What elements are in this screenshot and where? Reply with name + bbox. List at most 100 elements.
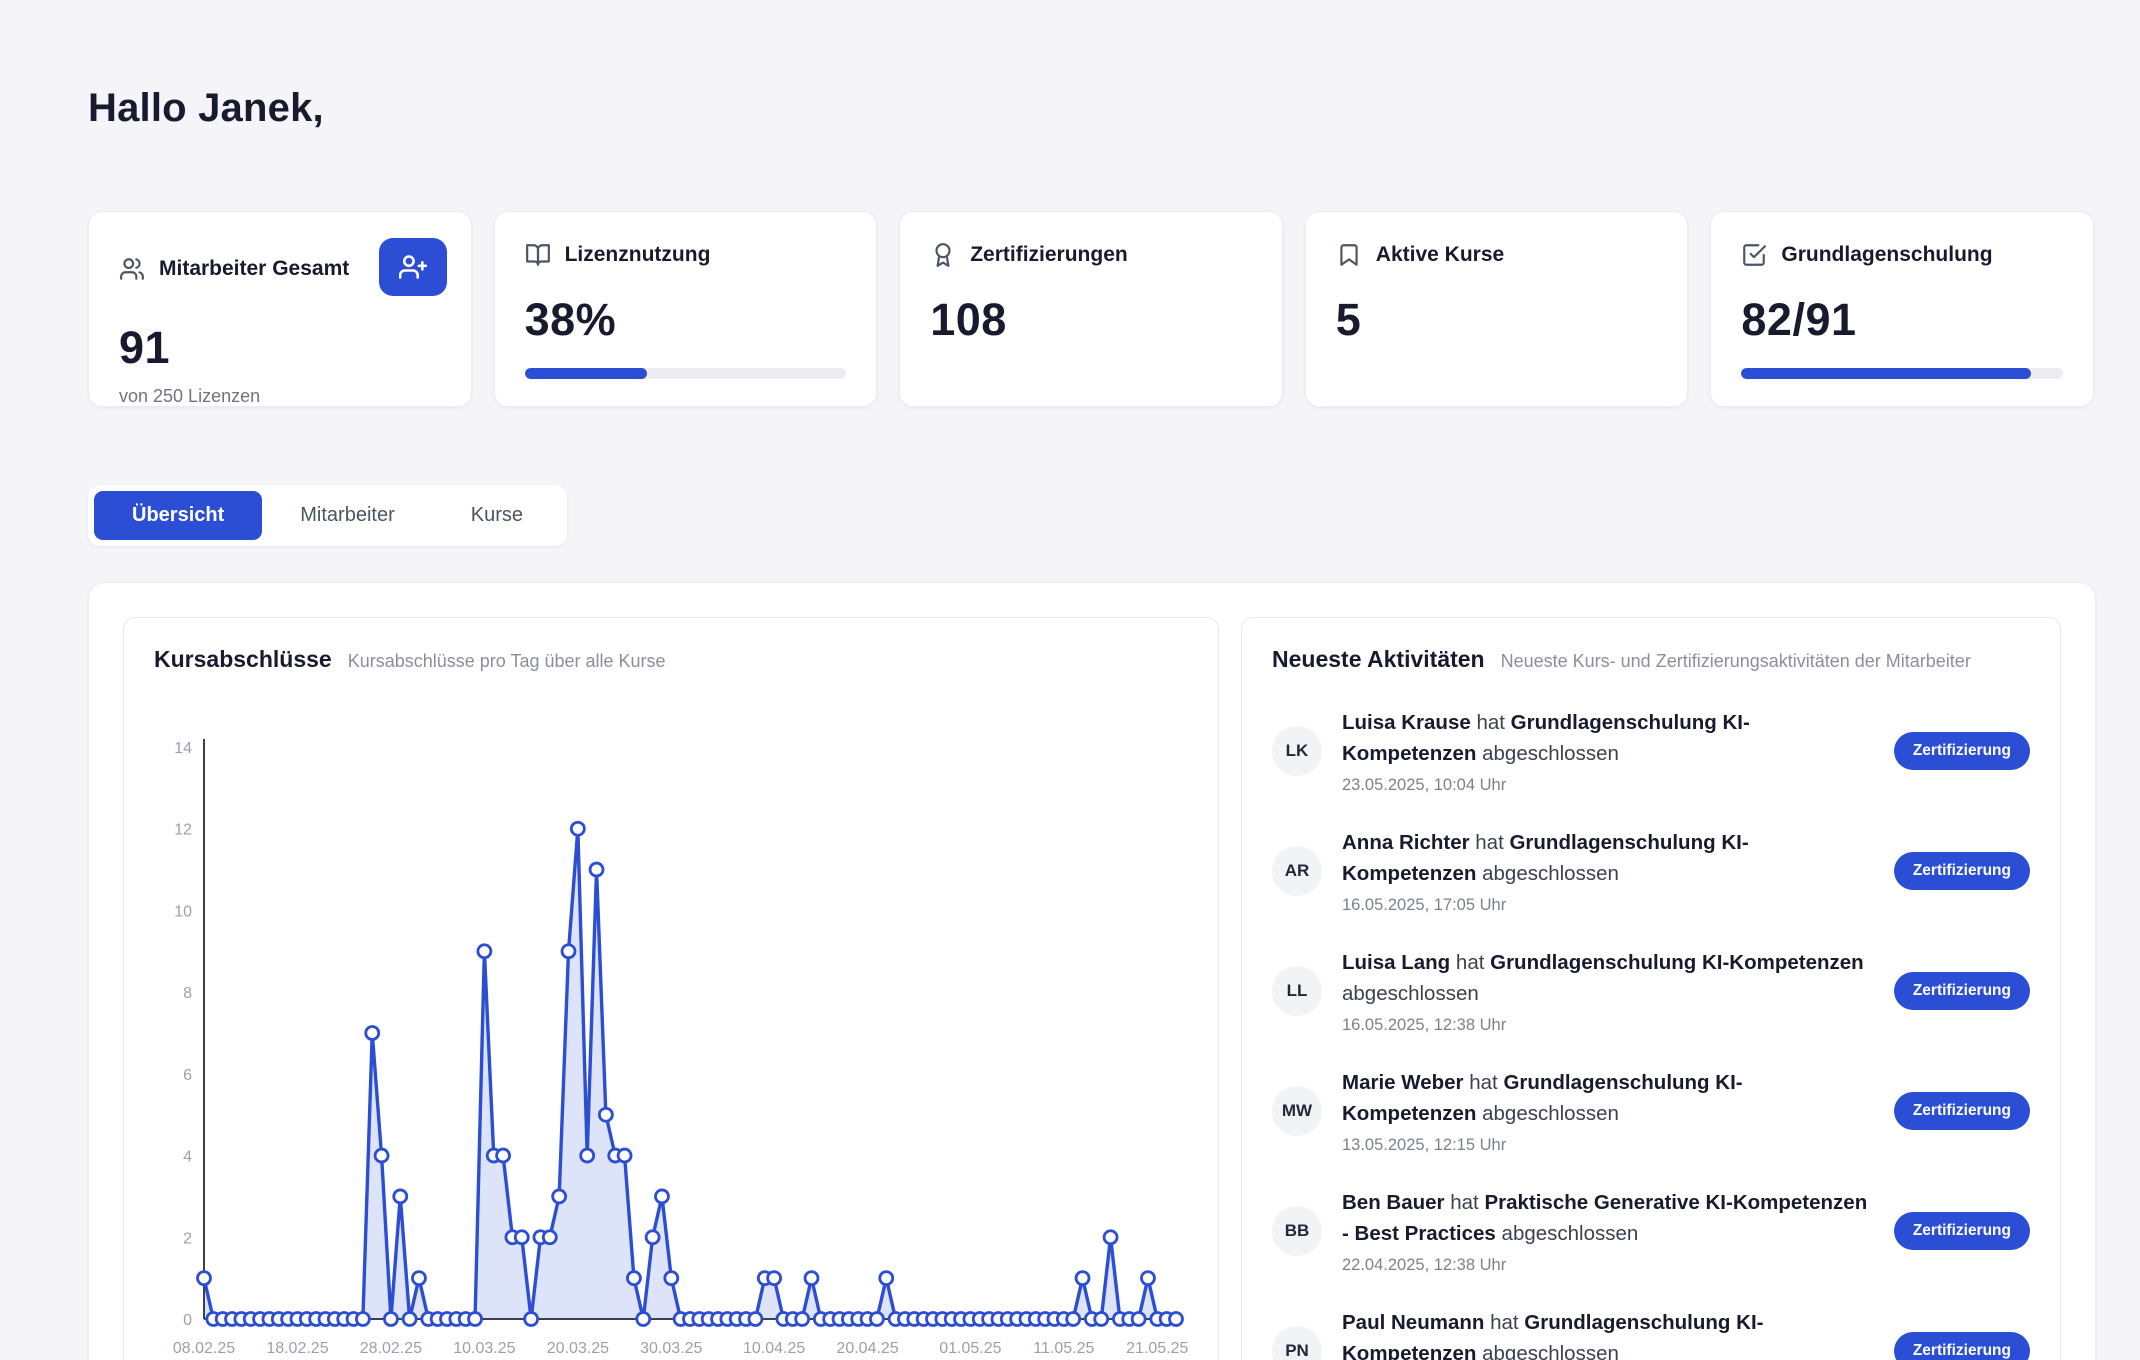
stat-card-zertifizierungen: Zertifizierungen 108 [899,211,1283,407]
svg-text:20.04.25: 20.04.25 [836,1340,898,1357]
activities-subtitle: Neueste Kurs- und Zertifizierungsaktivit… [1501,651,1971,672]
check-square-icon [1741,242,1767,268]
avatar: LL [1272,966,1322,1016]
activity-row: LK Luisa Krause hat Grundlagenschulung K… [1272,707,2030,795]
chart-area: 0 2 4 6 8 10 12 14 08.02.25 18.02.25 28.02.25 10.03… [154,729,1188,1360]
stat-card-aktive-kurse: Aktive Kurse 5 [1305,211,1689,407]
svg-text:30.03.25: 30.03.25 [640,1340,702,1357]
stat-card-grundlagenschulung: Grundlagenschulung 82/91 [1710,211,2094,407]
page-greeting: Hallo Janek, [88,86,2094,131]
activity-text: Luisa Lang hat Grundlagenschulung KI-Kom… [1342,947,1874,1035]
course-completions-panel: Kursabschlüsse Kursabschlüsse pro Tag üb… [123,617,1219,1360]
certification-badge: Zertifizierung [1894,852,2030,890]
avatar: LK [1272,726,1322,776]
training-progress-track [1741,368,2063,379]
svg-text:2: 2 [183,1230,192,1247]
svg-text:20.03.25: 20.03.25 [547,1340,609,1357]
stat-card-mitarbeiter: Mitarbeiter Gesamt 91 von 250 Lizenzen [88,211,472,407]
avatar: PN [1272,1326,1322,1360]
activity-row: BB Ben Bauer hat Praktische Generative K… [1272,1187,2030,1275]
tab-übersicht[interactable]: Übersicht [94,491,262,540]
activity-description: Anna Richter hat Grundlagenschulung KI-K… [1342,827,1874,889]
svg-text:12: 12 [174,822,192,839]
certification-badge: Zertifizierung [1894,972,2030,1010]
view-tabs: Übersicht Mitarbeiter Kurse [88,485,567,546]
chart-header: Kursabschlüsse Kursabschlüsse pro Tag üb… [154,646,1188,673]
certification-badge: Zertifizierung [1894,732,2030,770]
activity-text: Luisa Krause hat Grundlagenschulung KI-K… [1342,707,1874,795]
activity-text: Marie Weber hat Grundlagenschulung KI-Ko… [1342,1067,1874,1155]
suffix-word: abgeschlossen [1502,1222,1639,1245]
activity-row: AR Anna Richter hat Grundlagenschulung K… [1272,827,2030,915]
tab-mitarbeiter[interactable]: Mitarbeiter [262,491,432,540]
stat-card-header: Zertifizierungen [930,242,1252,268]
activity-timestamp: 16.05.2025, 12:38 Uhr [1342,1016,1874,1035]
svg-text:01.05.25: 01.05.25 [939,1340,1001,1357]
employee-name: Luisa Lang [1342,951,1450,974]
activities-header: Neueste Aktivitäten Neueste Kurs- und Ze… [1272,646,2030,673]
svg-text:11.05.25: 11.05.25 [1033,1340,1094,1357]
svg-text:14: 14 [174,740,192,757]
svg-text:18.02.25: 18.02.25 [266,1340,328,1357]
certification-badge: Zertifizierung [1894,1332,2030,1360]
action-word: hat [1450,1191,1479,1214]
tab-kurse[interactable]: Kurse [433,491,561,540]
license-progress-track [525,368,847,379]
activity-timestamp: 13.05.2025, 12:15 Uhr [1342,1136,1874,1155]
activity-text: Anna Richter hat Grundlagenschulung KI-K… [1342,827,1874,915]
activity-row: MW Marie Weber hat Grundlagenschulung KI… [1272,1067,2030,1155]
employee-name: Anna Richter [1342,831,1470,854]
stat-subtitle: von 250 Lizenzen [119,386,441,407]
chart-subtitle: Kursabschlüsse pro Tag über alle Kurse [348,651,666,672]
employee-name: Paul Neumann [1342,1311,1484,1334]
activity-timestamp: 23.05.2025, 10:04 Uhr [1342,776,1874,795]
bookmark-icon [1336,242,1362,268]
stats-row: Mitarbeiter Gesamt 91 von 250 Lizenzen L… [88,211,2094,407]
activity-description: Marie Weber hat Grundlagenschulung KI-Ko… [1342,1067,1874,1129]
dashboard-page: Hallo Janek, Mitarbeiter Gesamt 91 von 2… [0,0,2140,1360]
svg-text:4: 4 [183,1149,192,1166]
stat-card-header: Mitarbeiter Gesamt [119,242,441,296]
chart-title: Kursabschlüsse [154,646,332,673]
stat-value: 38% [525,294,847,346]
svg-text:10: 10 [174,903,192,920]
certification-badge: Zertifizierung [1894,1092,2030,1130]
svg-text:28.02.25: 28.02.25 [360,1340,422,1357]
completions-chart: 0 2 4 6 8 10 12 14 08.02.25 18.02.25 28.02.25 10.03… [154,729,1190,1360]
activity-description: Luisa Lang hat Grundlagenschulung KI-Kom… [1342,947,1874,1009]
activity-row: LL Luisa Lang hat Grundlagenschulung KI-… [1272,947,2030,1035]
activity-row: PN Paul Neumann hat Grundlagenschulung K… [1272,1307,2030,1360]
course-name: Grundlagenschulung KI-Kompetenzen [1490,951,1864,974]
svg-text:10.03.25: 10.03.25 [453,1340,515,1357]
svg-text:21.05.25: 21.05.25 [1126,1340,1188,1357]
stat-label: Lizenznutzung [565,243,711,267]
stat-card-header: Aktive Kurse [1336,242,1658,268]
activity-timestamp: 22.04.2025, 12:38 Uhr [1342,1256,1874,1275]
employee-name: Ben Bauer [1342,1191,1445,1214]
activity-list: LK Luisa Krause hat Grundlagenschulung K… [1272,707,2030,1360]
svg-text:6: 6 [183,1067,192,1084]
svg-text:8: 8 [183,985,192,1002]
activity-description: Ben Bauer hat Praktische Generative KI-K… [1342,1187,1874,1249]
stat-label: Aktive Kurse [1376,243,1504,267]
action-word: hat [1469,1071,1498,1094]
avatar: AR [1272,846,1322,896]
training-progress-fill [1741,368,2030,379]
action-word: hat [1475,831,1504,854]
stat-value: 108 [930,294,1252,346]
action-word: hat [1490,1311,1519,1334]
stat-card-header: Grundlagenschulung [1741,242,2063,268]
avatar: BB [1272,1206,1322,1256]
add-user-button[interactable] [379,238,447,296]
svg-text:08.02.25: 08.02.25 [173,1340,235,1357]
svg-text:0: 0 [183,1312,192,1329]
action-word: hat [1476,711,1505,734]
activity-text: Ben Bauer hat Praktische Generative KI-K… [1342,1187,1874,1275]
activity-description: Luisa Krause hat Grundlagenschulung KI-K… [1342,707,1874,769]
stat-label: Zertifizierungen [970,243,1128,267]
users-icon [119,256,145,282]
stat-label: Mitarbeiter Gesamt [159,257,349,281]
award-icon [930,242,956,268]
activity-timestamp: 16.05.2025, 17:05 Uhr [1342,896,1874,915]
activity-text: Paul Neumann hat Grundlagenschulung KI-K… [1342,1307,1874,1360]
